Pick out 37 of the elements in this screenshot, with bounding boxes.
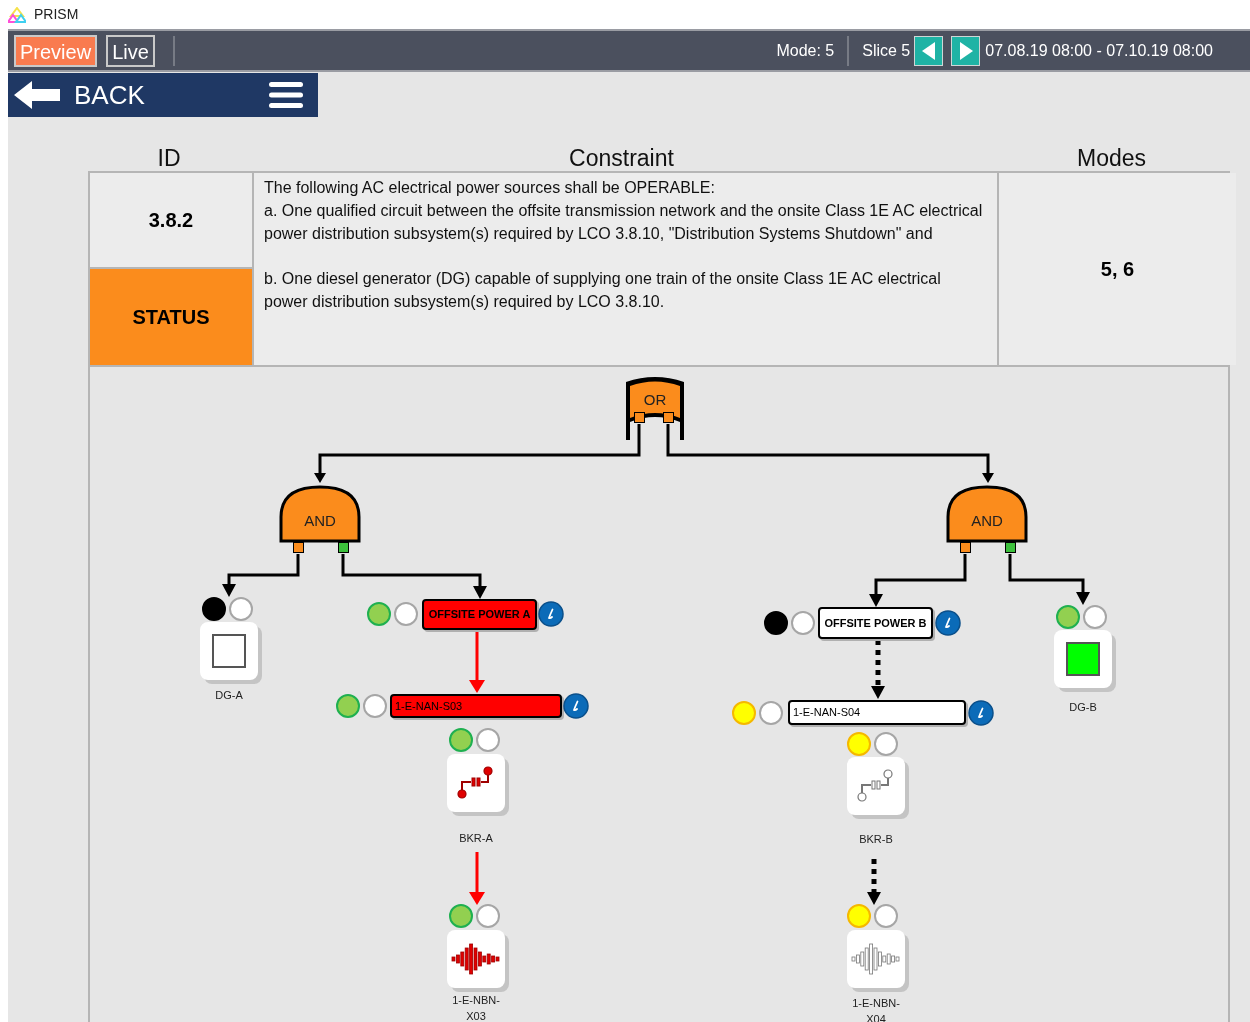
constraint-text: The following AC electrical power sources shall be OPERABLE: (264, 178, 716, 198)
mode-tab[interactable]: Live (106, 34, 155, 67)
date-range: 07.08.19 08:00 - 07.10.19 08:00 (985, 40, 1213, 61)
device-label: BKR-B (858, 832, 894, 847)
source-bar[interactable]: OFFSITE POWER A (422, 599, 537, 630)
column-header: ID (156, 144, 182, 173)
device-label: BKR-A (458, 831, 494, 846)
column-header: Constraint (568, 144, 675, 173)
back-arrow-icon (14, 81, 62, 109)
device-label: DG-A (214, 688, 244, 703)
mode-label: Mode: 5 (776, 40, 835, 61)
id-cell: 3.8.2 (90, 173, 252, 267)
and-gate: AND (946, 485, 1028, 543)
info-icon[interactable] (935, 610, 961, 636)
next-slice-button[interactable] (951, 35, 981, 66)
menu-icon[interactable] (268, 81, 304, 109)
right-triangle-icon (958, 41, 973, 60)
left-triangle-icon (921, 41, 936, 60)
slice-label: Slice 5 (862, 40, 911, 61)
source-bar[interactable]: OFFSITE POWER B (818, 607, 933, 639)
app-title: PRISM (34, 5, 79, 24)
constraint-text: b. One diesel generator (DG) capable of supplying one train of the onsite Class 1E AC electrical power distribution subsystem(s) required by LCO 3.8.10. (264, 269, 942, 312)
previous-slice-button[interactable] (914, 35, 944, 66)
constraint-text: a. One qualified circuit between the offsite transmission network and the onsite Class 1E AC electrical power distribution subsystem(s) required by LCO 3.8.10, "Distribution Systems Shutdown" and (264, 201, 984, 244)
device-label: 1-E-NBN-X03 (451, 993, 501, 1022)
info-icon[interactable] (538, 601, 564, 627)
app-logo-icon (8, 6, 26, 23)
info-icon[interactable] (968, 700, 994, 726)
status-cell: STATUS (90, 269, 252, 365)
modes-cell: 5, 6 (999, 173, 1236, 365)
info-icon[interactable] (563, 693, 589, 719)
back-bar[interactable]: BACK (8, 73, 318, 117)
feeder-bar[interactable]: 1-E-NAN-S04 (788, 700, 966, 725)
column-header: Modes (1075, 144, 1147, 173)
device-label: DG-B (1068, 700, 1098, 715)
back-label[interactable]: BACK (74, 75, 145, 115)
and-gate: AND (279, 485, 361, 543)
